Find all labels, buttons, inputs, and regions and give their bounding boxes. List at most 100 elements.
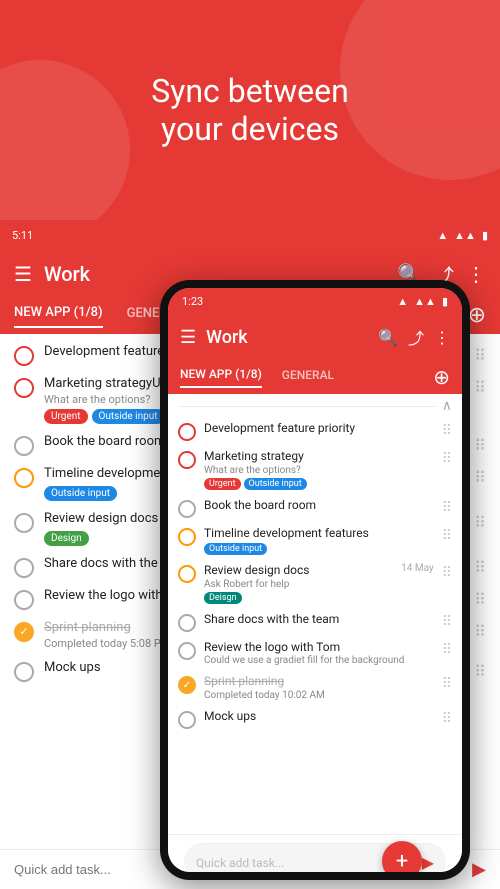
task-content: Timeline development features Outside in… xyxy=(204,526,434,556)
more-icon[interactable]: ⋮ xyxy=(466,262,486,286)
task-circle[interactable] xyxy=(14,346,34,366)
task-circle[interactable] xyxy=(14,513,34,533)
tag-outside-input: Outside input xyxy=(92,409,165,424)
drag-handle[interactable]: ⠿ xyxy=(474,622,486,641)
task-tags: Urgent Outside input xyxy=(204,478,434,490)
phone-search-icon[interactable]: 🔍 xyxy=(378,328,398,347)
tag-outside-input: Outside input xyxy=(44,486,117,501)
task-circle-completed[interactable]: ✓ xyxy=(178,676,196,694)
drag-handle[interactable]: ⠿ xyxy=(474,590,486,609)
task-title: Review design docs xyxy=(204,563,401,579)
tablet-statusbar: 5:11 ▲ ▲▲ ▮ xyxy=(0,220,500,250)
task-circle[interactable] xyxy=(14,558,34,578)
list-item: Timeline development features Outside in… xyxy=(168,521,462,559)
drag-handle[interactable]: ⠿ xyxy=(474,436,486,455)
tag-urgent: Urgent xyxy=(204,478,241,490)
drag-handle[interactable]: ⠿ xyxy=(474,513,486,532)
task-content: Review design docs Ask Robert for help D… xyxy=(204,563,434,604)
task-content: Development feature priority xyxy=(204,421,434,437)
tab-new-app[interactable]: NEW APP (1/8) xyxy=(14,305,103,328)
phone-statusbar: 1:23 ▲ ▲▲ ▮ xyxy=(168,288,462,314)
send-icon[interactable]: ▶ xyxy=(472,859,486,880)
drag-handle[interactable]: ⠿ xyxy=(442,500,452,516)
drag-handle[interactable]: ⠿ xyxy=(442,423,452,439)
wifi-icon: ▲ xyxy=(397,295,408,308)
tablet-time: 5:11 xyxy=(12,229,33,242)
phone-send-icon[interactable]: ▶ xyxy=(422,853,434,872)
task-circle[interactable] xyxy=(14,662,34,682)
task-subtitle: What are the options? xyxy=(204,465,434,476)
task-content: Sprint planning Completed today 10:02 AM xyxy=(204,674,434,701)
task-title: Sprint planning xyxy=(204,674,434,690)
task-title: Marketing strategy xyxy=(204,449,434,465)
drag-handle[interactable]: ⠿ xyxy=(474,558,486,577)
drag-handle[interactable]: ⠿ xyxy=(442,711,452,727)
task-content: Review the logo with Tom Could we use a … xyxy=(204,640,434,667)
phone-tabs: NEW APP (1/8) GENERAL ⊕ xyxy=(168,360,462,394)
drag-handle[interactable]: ⠿ xyxy=(442,676,452,692)
drag-handle[interactable]: ⠿ xyxy=(442,642,452,658)
task-title: Review the logo with Tom xyxy=(204,640,434,656)
menu-icon[interactable]: ☰ xyxy=(14,262,32,286)
task-circle[interactable] xyxy=(178,642,196,660)
task-content: Marketing strategy What are the options?… xyxy=(204,449,434,490)
drag-handle[interactable]: ⠿ xyxy=(474,468,486,487)
task-circle[interactable] xyxy=(178,451,196,469)
task-circle[interactable] xyxy=(178,711,196,729)
phone-time: 1:23 xyxy=(182,295,203,308)
wifi-icon: ▲ xyxy=(437,229,448,242)
task-circle[interactable] xyxy=(178,423,196,441)
drag-handle[interactable]: ⠿ xyxy=(442,451,452,467)
task-circle[interactable] xyxy=(178,500,196,518)
task-circle[interactable] xyxy=(178,528,196,546)
task-title: Book the board room xyxy=(204,498,434,514)
phone-more-icon[interactable]: ⋮ xyxy=(434,328,450,347)
list-item: Share docs with the team ⠿ xyxy=(168,607,462,635)
task-tags: Outside input xyxy=(204,543,434,555)
chevron-up-icon[interactable]: ∧ xyxy=(442,398,452,414)
task-circle[interactable] xyxy=(14,590,34,610)
phone-tab-general[interactable]: GENERAL xyxy=(282,368,334,387)
list-item: Review the logo with Tom Could we use a … xyxy=(168,635,462,670)
list-item: Book the board room ⠿ xyxy=(168,493,462,521)
phone-share-icon[interactable]: ⤴ xyxy=(408,325,424,349)
drag-handle[interactable]: ⠿ xyxy=(442,565,452,581)
battery-icon: ▮ xyxy=(482,229,488,242)
drag-handle[interactable]: ⠿ xyxy=(474,662,486,681)
phone-device: 1:23 ▲ ▲▲ ▮ ☰ Work 🔍 ⤴ ⋮ NEW APP (1/8) G… xyxy=(160,280,470,880)
drag-handle[interactable]: ⠿ xyxy=(442,614,452,630)
list-item: Review design docs Ask Robert for help D… xyxy=(168,558,462,607)
tag-design: Design xyxy=(44,531,89,546)
task-title: Share docs with the team xyxy=(204,612,434,628)
drag-handle[interactable]: ⠿ xyxy=(442,528,452,544)
phone-tab-new-app[interactable]: NEW APP (1/8) xyxy=(180,367,262,388)
phone-app-title: Work xyxy=(206,327,368,348)
hero-title: Sync between your devices xyxy=(151,72,349,149)
battery-icon: ▮ xyxy=(442,295,448,308)
task-circle[interactable] xyxy=(14,436,34,456)
task-content: Book the board room xyxy=(204,498,434,514)
add-list-button[interactable]: ⊕ xyxy=(468,305,486,327)
phone-status-icons: ▲ ▲▲ ▮ xyxy=(397,295,448,308)
task-circle[interactable] xyxy=(178,614,196,632)
list-item: Marketing strategy What are the options?… xyxy=(168,444,462,493)
task-subtitle: Completed today 10:02 AM xyxy=(204,690,434,701)
task-title: Timeline development features xyxy=(204,526,434,542)
hero-section: Sync between your devices xyxy=(0,0,500,220)
signal-icon: ▲▲ xyxy=(414,295,436,308)
list-item: Mock ups ⠿ xyxy=(168,704,462,732)
task-date: 14 May xyxy=(401,563,434,574)
tag-outside-input: Outside input xyxy=(244,478,307,490)
task-circle[interactable] xyxy=(178,565,196,583)
task-circle-completed[interactable]: ✓ xyxy=(14,622,34,642)
phone-add-list-button[interactable]: ⊕ xyxy=(433,367,450,387)
task-circle[interactable] xyxy=(14,378,34,398)
task-subtitle: Ask Robert for help xyxy=(204,579,401,590)
phone-menu-icon[interactable]: ☰ xyxy=(180,327,196,348)
drag-handle[interactable]: ⠿ xyxy=(474,346,486,365)
task-circle[interactable] xyxy=(14,468,34,488)
tablet-status-icons: ▲ ▲▲ ▮ xyxy=(437,229,488,242)
drag-handle[interactable]: ⠿ xyxy=(474,378,486,397)
task-subtitle: Could we use a gradiet fill for the back… xyxy=(204,655,434,666)
task-content: Mock ups xyxy=(204,709,434,725)
